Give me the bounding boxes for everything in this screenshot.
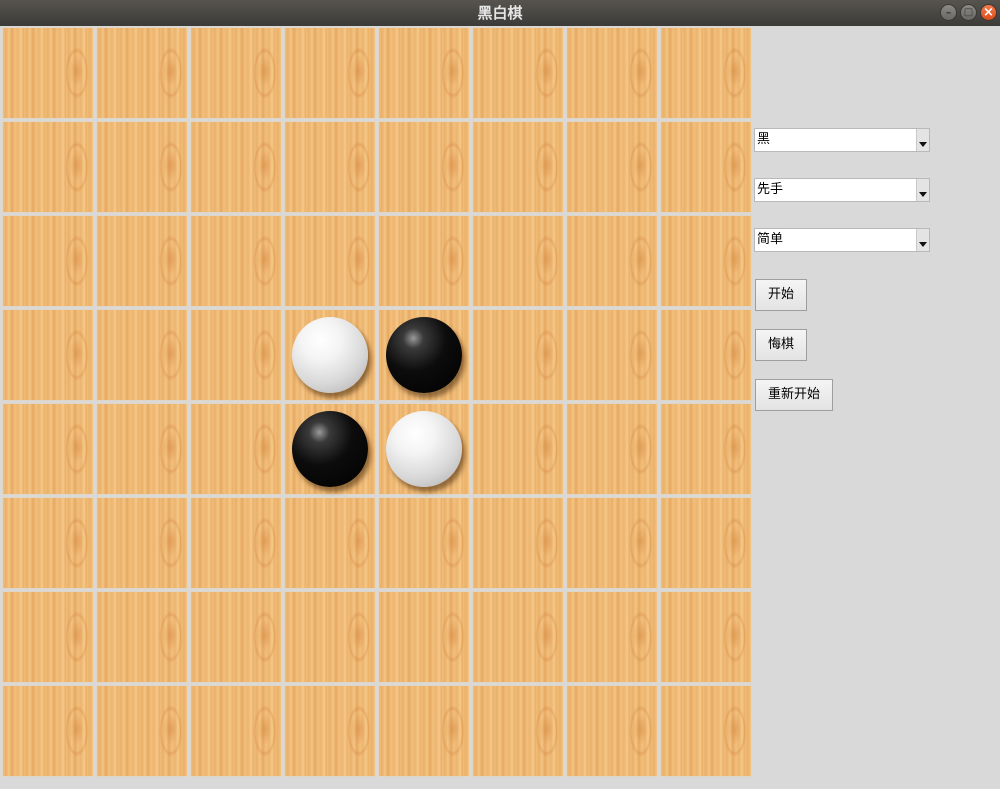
board-cell[interactable] bbox=[96, 121, 188, 213]
board-cell[interactable] bbox=[660, 685, 752, 777]
board-cell[interactable] bbox=[660, 121, 752, 213]
board-cell[interactable] bbox=[472, 27, 564, 119]
board-cell[interactable] bbox=[2, 121, 94, 213]
chevron-down-icon[interactable] bbox=[916, 229, 929, 251]
board-cell[interactable] bbox=[378, 685, 470, 777]
board-cell[interactable] bbox=[472, 215, 564, 307]
board-cell[interactable] bbox=[472, 309, 564, 401]
board-cell[interactable] bbox=[660, 309, 752, 401]
board-cell[interactable] bbox=[96, 497, 188, 589]
board-cell[interactable] bbox=[566, 215, 658, 307]
board-cell[interactable] bbox=[660, 215, 752, 307]
board-cell[interactable] bbox=[566, 591, 658, 683]
board-cell[interactable] bbox=[190, 497, 282, 589]
board-cell[interactable] bbox=[378, 403, 470, 495]
undo-button[interactable]: 悔棋 bbox=[755, 329, 808, 361]
white-stone bbox=[386, 411, 462, 487]
game-board bbox=[2, 27, 753, 778]
board-cell[interactable] bbox=[284, 309, 376, 401]
board-cell[interactable] bbox=[566, 685, 658, 777]
window-titlebar: 黑白棋 bbox=[0, 0, 1000, 26]
board-cell[interactable] bbox=[190, 685, 282, 777]
board-cell[interactable] bbox=[96, 591, 188, 683]
start-button[interactable]: 开始 bbox=[755, 279, 808, 311]
board-cell[interactable] bbox=[566, 309, 658, 401]
board-cell[interactable] bbox=[96, 27, 188, 119]
board-cell[interactable] bbox=[472, 685, 564, 777]
board-cell[interactable] bbox=[2, 27, 94, 119]
white-stone bbox=[292, 317, 368, 393]
close-icon[interactable] bbox=[980, 4, 997, 21]
board-cell[interactable] bbox=[378, 497, 470, 589]
board-cell[interactable] bbox=[96, 309, 188, 401]
board-cell[interactable] bbox=[472, 121, 564, 213]
board-cell[interactable] bbox=[190, 27, 282, 119]
board-cell[interactable] bbox=[566, 497, 658, 589]
black-stone bbox=[386, 317, 462, 393]
player-color-select[interactable]: 黑 bbox=[754, 128, 930, 152]
board-cell[interactable] bbox=[96, 215, 188, 307]
board-cell[interactable] bbox=[378, 309, 470, 401]
board-cell[interactable] bbox=[660, 403, 752, 495]
board-cell[interactable] bbox=[566, 121, 658, 213]
board-cell[interactable] bbox=[2, 403, 94, 495]
board-cell[interactable] bbox=[284, 27, 376, 119]
board-cell[interactable] bbox=[284, 403, 376, 495]
board-cell[interactable] bbox=[566, 403, 658, 495]
board-cell[interactable] bbox=[190, 215, 282, 307]
board-cell[interactable] bbox=[566, 27, 658, 119]
board-cell[interactable] bbox=[660, 591, 752, 683]
board-cell[interactable] bbox=[284, 685, 376, 777]
board-cell[interactable] bbox=[96, 403, 188, 495]
board-cell[interactable] bbox=[2, 309, 94, 401]
minimize-icon[interactable] bbox=[940, 4, 957, 21]
board-cell[interactable] bbox=[2, 685, 94, 777]
board-cell[interactable] bbox=[472, 497, 564, 589]
board-cell[interactable] bbox=[190, 309, 282, 401]
restart-button[interactable]: 重新开始 bbox=[755, 379, 834, 411]
board-cell[interactable] bbox=[96, 685, 188, 777]
difficulty-value: 简单 bbox=[757, 232, 784, 247]
board-cell[interactable] bbox=[378, 27, 470, 119]
board-cell[interactable] bbox=[378, 215, 470, 307]
board-cell[interactable] bbox=[660, 27, 752, 119]
window-title: 黑白棋 bbox=[477, 4, 523, 22]
chevron-down-icon[interactable] bbox=[916, 179, 929, 201]
board-cell[interactable] bbox=[378, 591, 470, 683]
board-cell[interactable] bbox=[284, 121, 376, 213]
player-color-value: 黑 bbox=[757, 132, 771, 147]
turn-order-select[interactable]: 先手 bbox=[754, 178, 930, 202]
turn-order-value: 先手 bbox=[757, 182, 784, 197]
board-cell[interactable] bbox=[190, 121, 282, 213]
board-cell[interactable] bbox=[284, 215, 376, 307]
board-cell[interactable] bbox=[472, 591, 564, 683]
board-cell[interactable] bbox=[2, 497, 94, 589]
board-cell[interactable] bbox=[190, 591, 282, 683]
black-stone bbox=[292, 411, 368, 487]
board-cell[interactable] bbox=[2, 591, 94, 683]
maximize-icon[interactable] bbox=[960, 4, 977, 21]
board-cell[interactable] bbox=[284, 591, 376, 683]
board-cell[interactable] bbox=[190, 403, 282, 495]
chevron-down-icon[interactable] bbox=[916, 129, 929, 151]
board-cell[interactable] bbox=[660, 497, 752, 589]
board-cell[interactable] bbox=[284, 497, 376, 589]
board-cell[interactable] bbox=[472, 403, 564, 495]
difficulty-select[interactable]: 简单 bbox=[754, 228, 930, 252]
board-cell[interactable] bbox=[2, 215, 94, 307]
board-cell[interactable] bbox=[378, 121, 470, 213]
